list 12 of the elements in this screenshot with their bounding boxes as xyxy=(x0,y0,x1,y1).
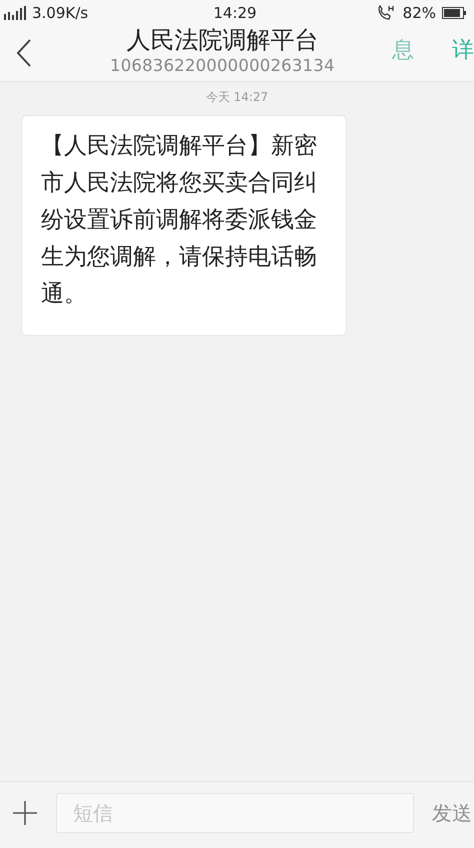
battery-icon xyxy=(442,6,466,18)
fading-label: 息 xyxy=(392,37,414,65)
battery-percent: 82% xyxy=(402,4,436,22)
signal-icon xyxy=(4,6,28,20)
message-time: 今天 14:27 xyxy=(206,89,268,106)
message-bubble: 【人民法院调解平台】新密市人民法院将您买卖合同纠纷设置诉前调解将委派钱金生为您调解，请保持电话畅通。 xyxy=(21,115,347,336)
network-speed: 3.09K/s xyxy=(32,4,88,22)
phone-number: 106836220000000263134 xyxy=(110,55,335,77)
add-button[interactable] xyxy=(12,800,38,826)
details-button[interactable]: 详 xyxy=(452,35,474,65)
clock: 14:29 xyxy=(213,4,257,22)
contact-title: 人民法院调解平台 xyxy=(126,25,318,55)
